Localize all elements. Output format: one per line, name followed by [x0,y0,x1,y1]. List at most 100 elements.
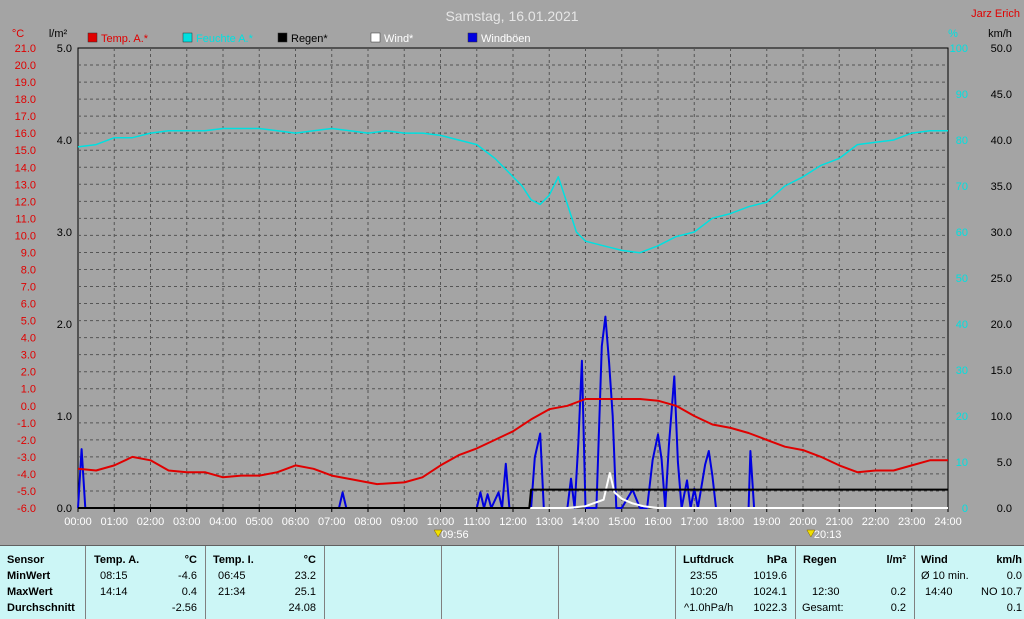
time-tick-label: 22:00 [862,516,890,528]
temp-i-max-value: 25.1 [294,586,316,598]
temp-a-max-value: 0.4 [181,586,197,598]
legend-rain-label: Regen* [291,33,328,45]
stats-row-max-label: MaxWert [7,586,53,598]
temp-tick-label: 17.0 [15,111,36,123]
temp-a-header: Temp. A. [94,554,140,566]
wind-mean-value: 0.1 [1006,602,1022,614]
statistics-panel: Sensor MinWert MaxWert Durchschnitt Temp… [0,545,1024,619]
humidity-tick-label: 0 [962,503,968,515]
legend-temp: Temp. A.* [87,32,149,45]
temp-tick-label: 2.0 [21,367,36,379]
rain-total-label: Gesamt: [802,602,844,614]
temp-tick-label: 19.0 [15,77,36,89]
temp-tick-label: 11.0 [15,213,36,225]
wind-tick-label: 50.0 [991,43,1012,55]
gust-line [77,315,948,509]
rain-tick-label: 5.0 [57,43,72,55]
temp-a-unit: °C [184,554,197,566]
time-tick-label: 18:00 [717,516,745,528]
time-tick-label: 21:00 [825,516,853,528]
stats-rain-column: Regen l/m² 12:30 0.2 Gesamt: 0.2 [796,546,915,619]
wind-tick-label: 0.0 [997,503,1012,515]
temp-tick-label: 5.0 [21,316,36,328]
time-tick-label: 13:00 [535,516,563,528]
wind-max-time: 14:40 [925,586,953,598]
temp-a-min-time: 08:15 [100,570,128,582]
time-tick-label: 01:00 [100,516,128,528]
time-tick-label: 17:00 [680,516,708,528]
legend-humidity-swatch [182,32,193,43]
time-tick-label: 03:00 [173,516,201,528]
humidity-tick-label: 80 [956,135,968,147]
temp-tick-label: 14.0 [15,162,36,174]
time-tick-label: 14:00 [572,516,600,528]
humidity-tick-label: 30 [956,365,968,377]
temp-tick-label: 12.0 [15,196,36,208]
pressure-unit: hPa [766,554,787,566]
time-tick-label: 19:00 [753,516,781,528]
time-tick-label: 04:00 [209,516,237,528]
rain-total-value: 0.2 [890,602,906,614]
rain-tick-label: 1.0 [57,411,72,423]
temp-tick-label: 16.0 [15,128,36,140]
stats-sensor-column: Sensor MinWert MaxWert Durchschnitt [0,546,86,619]
temp-i-avg-value: 24.08 [288,602,316,614]
time-tick-label: 07:00 [318,516,346,528]
rain-tick-label: 2.0 [57,319,72,331]
humidity-tick-label: 70 [956,181,968,193]
rain-max-value: 0.2 [890,586,906,598]
humidity-unit-label: % [948,28,958,40]
temp-tick-label: -1.0 [17,418,36,430]
temp-tick-label: 10.0 [15,230,36,242]
wind-tick-label: 35.0 [991,181,1012,193]
station-name: Jarz Erich [971,8,1020,20]
wind-tick-label: 10.0 [991,411,1012,423]
time-tick-label: 16:00 [644,516,672,528]
temp-tick-label: 1.0 [21,384,36,396]
sunrise-time-label: 09:56 [441,529,469,541]
wind-tick-label: 45.0 [991,89,1012,101]
temp-tick-label: 18.0 [15,94,36,106]
time-tick-label: 00:00 [64,516,92,528]
weather-chart: Samstag, 16.01.2021 Jarz Erich °C l/m² %… [12,8,1020,541]
rain-unit-label: l/m² [49,28,68,40]
stats-empty-column-1 [325,546,442,619]
stats-empty-column-2 [442,546,559,619]
temp-tick-label: 15.0 [15,145,36,157]
temp-tick-label: 4.0 [21,333,36,345]
stats-sensor-header: Sensor [7,554,45,566]
pressure-avg-value: 1022.3 [753,602,787,614]
rain-tick-label: 0.0 [57,503,72,515]
wind-header: Wind [921,554,948,566]
temp-tick-label: 21.0 [15,43,36,55]
stats-temp-a-column: Temp. A. °C 08:15 -4.6 14:14 0.4 -2.56 [86,546,206,619]
temp-i-header: Temp. I. [213,554,254,566]
time-tick-label: 06:00 [282,516,310,528]
sun-markers: 09:56 20:13 [433,529,842,541]
temp-i-min-time: 06:45 [218,570,246,582]
wind-max-value: NO 10.7 [981,586,1022,598]
stats-row-min-label: MinWert [7,570,51,582]
legend-wind-label: Wind* [384,33,414,45]
time-tick-label: 24:00 [934,516,962,528]
pressure-min-time: 23:55 [690,570,718,582]
temp-tick-label: -4.0 [17,469,36,481]
stats-empty-column-3 [559,546,676,619]
wind-unit: km/h [996,554,1022,566]
chart-title: Samstag, 16.01.2021 [445,8,578,24]
legend-gusts-swatch [467,32,478,43]
time-tick-label: 23:00 [898,516,926,528]
chart-grid [77,47,949,509]
temp-i-max-time: 21:34 [218,586,246,598]
pressure-max-time: 10:20 [690,586,718,598]
legend-humidity-label: Feuchte A.* [196,33,254,45]
humidity-tick-label: 100 [950,43,968,55]
temp-tick-label: -2.0 [17,435,36,447]
sunset-time-label: 20:13 [814,529,842,541]
humidity-tick-label: 50 [956,273,968,285]
wind-tick-label: 15.0 [991,365,1012,377]
time-tick-label: 20:00 [789,516,817,528]
humidity-tick-label: 20 [956,411,968,423]
time-tick-label: 08:00 [354,516,382,528]
stats-temp-i-column: Temp. I. °C 06:45 23.2 21:34 25.1 24.08 [206,546,325,619]
